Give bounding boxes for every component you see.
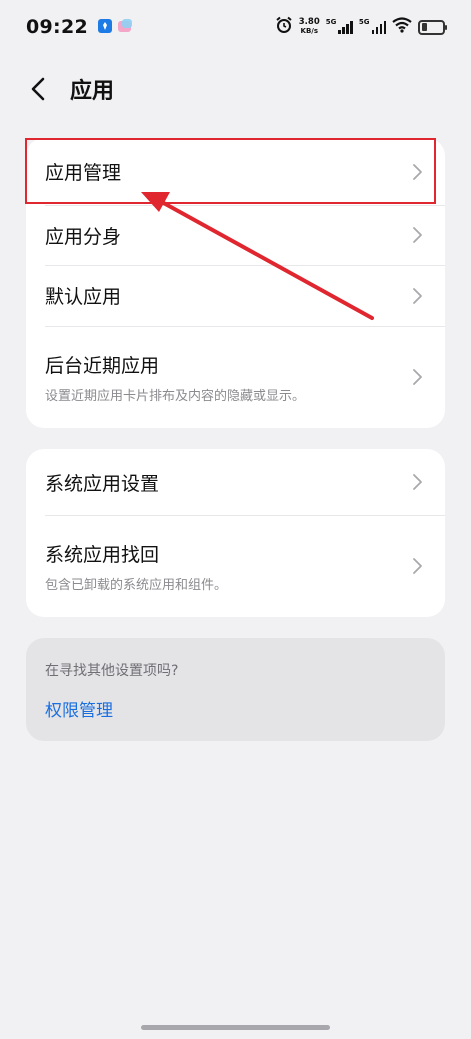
home-indicator[interactable] bbox=[141, 1025, 330, 1030]
app-settings-group: 应用管理 应用分身 默认应用 后台近期应用 设置近期应用卡片排布及内容的隐藏或显… bbox=[26, 138, 445, 428]
row-recent-apps[interactable]: 后台近期应用 设置近期应用卡片排布及内容的隐藏或显示。 bbox=[26, 326, 445, 428]
row-title: 应用分身 bbox=[45, 225, 122, 248]
row-system-app-settings[interactable]: 系统应用设置 bbox=[26, 449, 445, 515]
chevron-right-icon bbox=[413, 558, 422, 574]
chevron-right-icon bbox=[413, 369, 422, 385]
row-title: 系统应用找回 bbox=[45, 543, 160, 566]
status-bar: 09:22 3.80 KB/s 5G 5G bbox=[0, 0, 471, 54]
wifi-icon bbox=[392, 17, 412, 37]
row-title: 后台近期应用 bbox=[45, 354, 160, 377]
chevron-right-icon bbox=[413, 227, 422, 243]
suggestion-hint: 在寻找其他设置项吗? bbox=[45, 663, 179, 679]
network-speed: 3.80 KB/s bbox=[299, 18, 320, 36]
row-app-clone[interactable]: 应用分身 bbox=[26, 205, 445, 265]
network-speed-unit: KB/s bbox=[300, 27, 318, 35]
signal-icon: 5G bbox=[325, 17, 353, 34]
chevron-right-icon bbox=[413, 163, 422, 180]
sim2-label: 5G bbox=[358, 17, 370, 26]
row-title: 系统应用设置 bbox=[45, 472, 160, 495]
network-speed-value: 3.80 bbox=[298, 17, 320, 27]
permission-management-link[interactable]: 权限管理 bbox=[45, 696, 426, 721]
app-notification-icon-2 bbox=[117, 18, 133, 37]
suggestion-card: 在寻找其他设置项吗? 权限管理 bbox=[26, 638, 445, 741]
app-notification-icon bbox=[97, 18, 112, 37]
row-subtitle: 设置近期应用卡片排布及内容的隐藏或显示。 bbox=[45, 388, 306, 404]
chevron-right-icon bbox=[413, 474, 422, 490]
chevron-left-icon bbox=[31, 77, 45, 101]
system-apps-group: 系统应用设置 系统应用找回 包含已卸载的系统应用和组件。 bbox=[26, 449, 445, 617]
chevron-right-icon bbox=[413, 287, 422, 304]
row-system-app-recovery[interactable]: 系统应用找回 包含已卸载的系统应用和组件。 bbox=[26, 515, 445, 617]
back-button[interactable] bbox=[8, 70, 68, 108]
page-header: 应用 bbox=[0, 70, 471, 108]
battery-icon bbox=[418, 19, 447, 35]
page-title: 应用 bbox=[70, 79, 115, 104]
row-default-apps[interactable]: 默认应用 bbox=[26, 265, 445, 326]
alarm-icon bbox=[275, 16, 293, 38]
row-title: 默认应用 bbox=[45, 286, 122, 308]
row-title: 应用管理 bbox=[45, 162, 122, 184]
signal-icon-2: 5G bbox=[358, 17, 386, 34]
status-time: 09:22 bbox=[26, 16, 88, 38]
row-subtitle: 包含已卸载的系统应用和组件。 bbox=[45, 577, 228, 593]
sim1-label: 5G bbox=[325, 17, 337, 26]
row-app-management[interactable]: 应用管理 bbox=[26, 138, 445, 205]
